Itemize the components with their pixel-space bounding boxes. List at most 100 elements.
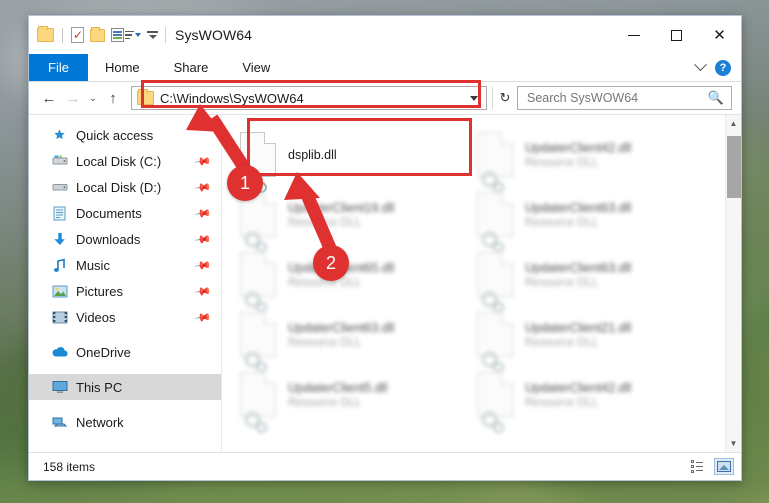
scrollbar-track[interactable] [726,132,742,435]
refresh-button[interactable]: ↻ [493,90,517,106]
details-view-button[interactable] [687,458,707,475]
file-subtitle: Resource DLL [525,336,599,349]
pin-icon[interactable]: 📌 [194,308,213,326]
sidebar-item-label: Quick access [76,127,154,143]
key-dll-icon [240,252,278,313]
file-item[interactable]: UpdaterClient5.dll Resource DLL [234,365,471,433]
scrollbar-thumb[interactable] [726,136,741,198]
scroll-up-icon[interactable]: ▲ [726,115,742,132]
sidebar-item-local-disk-c[interactable]: Local Disk (C:) 📌 [29,148,221,174]
properties-icon[interactable] [71,27,84,43]
annotation-highlight-address-bar [141,80,481,108]
ribbon-tabs: File Home Share View ? [29,54,741,82]
recent-locations-icon[interactable]: ⌄ [85,85,101,111]
up-button[interactable]: ↑ [101,85,125,111]
sidebar-item-label: This PC [76,379,123,395]
large-icons-view-button[interactable] [714,458,734,475]
sidebar-item-videos[interactable]: Videos 📌 [29,304,221,330]
sidebar-item-quick-access[interactable]: Quick access [29,122,221,148]
file-item[interactable]: UpdaterClient63.dll Resource DLL [471,185,708,253]
pin-icon[interactable]: 📌 [194,204,213,222]
sidebar-item-onedrive[interactable]: OneDrive [29,339,221,365]
sidebar-item-downloads[interactable]: Downloads 📌 [29,226,221,252]
sidebar-item-label: Downloads [76,231,141,247]
window-title: SysWOW64 [175,27,253,43]
pin-icon[interactable]: 📌 [194,178,213,196]
file-name: UpdaterClient21.dll [525,320,632,335]
new-folder-icon[interactable] [90,26,105,42]
tab-view[interactable]: View [225,54,287,81]
file-name: UpdaterClient42.dll [525,140,632,155]
pin-icon[interactable]: 📌 [194,230,213,248]
help-icon[interactable]: ? [715,59,731,76]
file-item[interactable]: UpdaterClient65.dll Resource DLL [234,245,471,313]
file-subtitle: Resource DLL [525,216,599,229]
folder-icon[interactable] [37,26,54,42]
file-item[interactable]: UpdaterClient19.dll Resource DLL [234,185,471,253]
pictures-icon [51,283,68,299]
annotation-badge-1: 1 [227,165,263,201]
file-name: UpdaterClient19.dll [288,200,395,215]
search-input[interactable]: Search SysWOW64 [527,91,708,105]
file-item[interactable]: UpdaterClient63.dll Resource DLL [471,245,708,313]
sidebar-item-music[interactable]: Music 📌 [29,252,221,278]
file-name: UpdaterClient63.dll [288,320,395,335]
network-icon [51,414,68,430]
sidebar-item-network[interactable]: Network [29,409,221,435]
search-icon[interactable]: 🔍 [708,90,724,106]
vertical-scrollbar[interactable]: ▲ ▼ [725,115,741,452]
file-subtitle: Resource DLL [288,396,362,409]
file-item[interactable]: UpdaterClient42.dll Resource DLL [471,125,708,193]
sidebar-item-label: Local Disk (C:) [76,153,162,169]
downloads-icon [51,231,68,247]
search-box[interactable]: Search SysWOW64 🔍 [517,86,732,110]
sidebar-item-label: Music [76,257,110,273]
file-item[interactable]: UpdaterClient42.dll Resource DLL [471,365,708,433]
file-name: UpdaterClient63.dll [525,260,632,275]
forward-button[interactable]: → [61,85,85,111]
navigation-pane: Quick access Local Disk (C:) 📌 Local Dis… [29,115,222,452]
qat-separator [62,27,63,43]
file-name: UpdaterClient5.dll [288,380,388,395]
music-icon [51,257,68,273]
key-dll-icon [477,192,515,253]
drive-icon [51,153,68,169]
file-name: UpdaterClient42.dll [525,380,632,395]
sidebar-item-pictures[interactable]: Pictures 📌 [29,278,221,304]
sidebar-item-local-disk-d[interactable]: Local Disk (D:) 📌 [29,174,221,200]
pin-icon[interactable]: 📌 [194,282,213,300]
sidebar-item-label: Documents [76,205,142,221]
file-subtitle: Resource DLL [288,216,362,229]
annotation-badge-2: 2 [313,245,349,281]
file-subtitle: Resource DLL [525,396,599,409]
file-item[interactable]: UpdaterClient63.dll Resource DLL [234,305,471,373]
close-button[interactable]: ✕ [698,16,741,54]
back-button[interactable]: ← [37,85,61,111]
key-dll-icon [240,312,278,373]
pin-icon[interactable]: 📌 [194,256,213,274]
pin-icon[interactable]: 📌 [194,152,213,170]
onedrive-icon [51,344,68,360]
view-mode-buttons [687,458,734,475]
sidebar-item-label: Local Disk (D:) [76,179,162,195]
sidebar-item-label: Network [76,414,124,430]
annotation-highlight-file [247,118,472,176]
file-subtitle: Resource DLL [525,276,599,289]
chevron-down-icon[interactable] [694,58,707,72]
ribbon-display-options-icon[interactable] [147,31,158,39]
large-icons-icon [717,461,731,472]
maximize-button[interactable] [655,16,698,54]
tab-file[interactable]: File [29,54,88,81]
tab-share[interactable]: Share [157,54,226,81]
tab-home[interactable]: Home [88,54,157,81]
sidebar-item-documents[interactable]: Documents 📌 [29,200,221,226]
file-item[interactable]: UpdaterClient21.dll Resource DLL [471,305,708,373]
scroll-down-icon[interactable]: ▼ [726,435,742,452]
sidebar-item-this-pc[interactable]: This PC [29,374,221,400]
file-subtitle: Resource DLL [288,336,362,349]
customize-quick-access-icon[interactable] [111,28,141,42]
minimize-button[interactable] [612,16,655,54]
item-count: 158 items [43,459,96,474]
quick-access-toolbar [37,26,158,43]
